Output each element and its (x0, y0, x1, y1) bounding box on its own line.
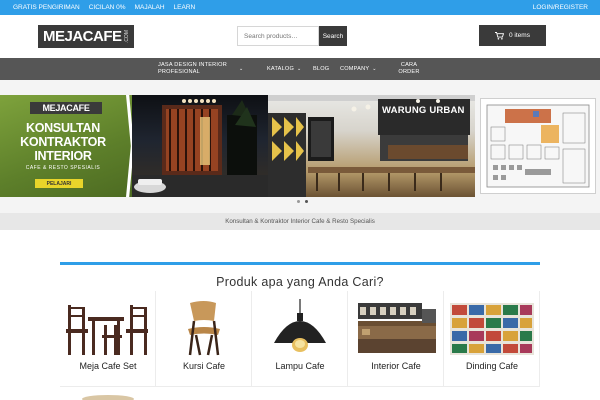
cafe-table-set-icon (66, 305, 148, 355)
wall-decor-icon (450, 303, 534, 355)
product-category-grid: Meja Cafe Set Kursi Cafe Lampu Cafe Inte… (60, 291, 540, 400)
top-bar: GRATIS PENGIRIMAN CICILAN 0% MAJALAH LEA… (0, 0, 600, 15)
nav-item-label: CARA ORDER (398, 62, 420, 75)
nav-item-design-services[interactable]: JASA DESIGN INTERIOR PROFESIONAL ⌄ (158, 58, 258, 80)
hero-slide[interactable]: MEJACAFE KONSULTAN KONTRAKTOR INTERIOR C… (0, 95, 475, 197)
chevron-down-icon: ⌄ (297, 66, 302, 72)
nav-item-label: KATALOG (267, 65, 294, 72)
category-label: Kursi Cafe (182, 361, 226, 371)
category-cafe-wall[interactable]: Dinding Cafe (444, 291, 540, 387)
promo-heading: KONSULTAN KONTRAKTOR INTERIOR (20, 121, 106, 163)
category-cafe-interior[interactable]: Interior Cafe (348, 291, 444, 387)
site-logo[interactable]: MEJACAFE .COM (38, 25, 134, 48)
night-cafe-illustration (132, 99, 268, 197)
slider-dot-active[interactable] (305, 200, 308, 203)
products-section-title: Produk apa yang Anda Cari? (216, 275, 384, 289)
section-divider (60, 262, 540, 265)
nav-item-label: JASA DESIGN INTERIOR PROFESIONAL (158, 62, 227, 75)
promo-learn-button[interactable]: PELAJARI (35, 179, 83, 188)
category-label: Meja Cafe Set (79, 361, 137, 371)
category-label: Interior Cafe (371, 361, 421, 371)
nav-item-label: BLOG (313, 65, 330, 72)
slider-dot[interactable] (297, 200, 300, 203)
top-links: GRATIS PENGIRIMAN CICILAN 0% MAJALAH LEA… (13, 4, 195, 11)
pendant-lamp-icon (274, 299, 326, 352)
next-row-product-thumbnail (82, 395, 134, 400)
cart-count: 0 items (509, 32, 530, 39)
cafe-chair-icon (188, 301, 220, 356)
night-cafe-photo (132, 95, 268, 197)
nav-item-blog[interactable]: BLOG (313, 58, 329, 80)
promo-logo: MEJACAFE (30, 102, 102, 114)
page: GRATIS PENGIRIMAN CICILAN 0% MAJALAH LEA… (0, 0, 600, 400)
floor-plan-illustration (486, 104, 590, 188)
nav-item-company[interactable]: COMPANY ⌄ (340, 58, 377, 80)
category-cafe-lamp[interactable]: Lampu Cafe (252, 291, 348, 387)
category-label: Lampu Cafe (275, 361, 325, 371)
top-link-free-shipping[interactable]: GRATIS PENGIRIMAN (13, 4, 80, 11)
promo-subheading: CAFE & RESTO SPESIALIS (25, 165, 101, 171)
top-link-learn[interactable]: LEARN (174, 4, 196, 11)
chevron-down-icon: ⌄ (372, 66, 377, 72)
slider-dots (297, 200, 308, 203)
category-cafe-table-set[interactable]: Meja Cafe Set (60, 291, 156, 387)
login-register-link[interactable]: LOGIN/REGISTER (533, 4, 588, 11)
promo-panel: MEJACAFE KONSULTAN KONTRAKTOR INTERIOR C… (0, 95, 134, 197)
nav-item-label: COMPANY (340, 65, 370, 72)
site-header: MEJACAFE .COM Search 0 items (0, 15, 600, 58)
cart-icon (495, 31, 505, 40)
chevron-down-icon: ⌄ (239, 66, 244, 72)
slide-caption: Konsultan & Kontraktor Interior Cafe & R… (225, 218, 375, 225)
cart-button[interactable]: 0 items (479, 25, 546, 46)
category-label: Dinding Cafe (465, 361, 519, 371)
nav-item-how-to-order[interactable]: CARA ORDER (397, 58, 421, 80)
category-cafe-chair[interactable]: Kursi Cafe (156, 291, 252, 387)
main-nav: JASA DESIGN INTERIOR PROFESIONAL ⌄ KATAL… (0, 58, 600, 80)
logo-wordmark: MEJACAFE (43, 28, 122, 45)
warung-urban-photo: WARUNG URBAN (268, 95, 475, 197)
top-link-installment[interactable]: CICILAN 0% (89, 4, 126, 11)
nav-item-catalog[interactable]: KATALOG ⌄ (267, 58, 301, 80)
search-button[interactable]: Search (319, 26, 347, 46)
floor-plan-thumbnail[interactable] (480, 98, 596, 194)
slide-caption-bar: Konsultan & Kontraktor Interior Cafe & R… (0, 213, 600, 230)
product-grid-next-row (60, 387, 540, 400)
logo-suffix: .COM (123, 29, 130, 44)
search-input[interactable] (237, 26, 319, 46)
cafe-interior-icon (358, 303, 436, 353)
top-link-magazine[interactable]: MAJALAH (135, 4, 165, 11)
warung-urban-sign: WARUNG URBAN (382, 105, 465, 116)
